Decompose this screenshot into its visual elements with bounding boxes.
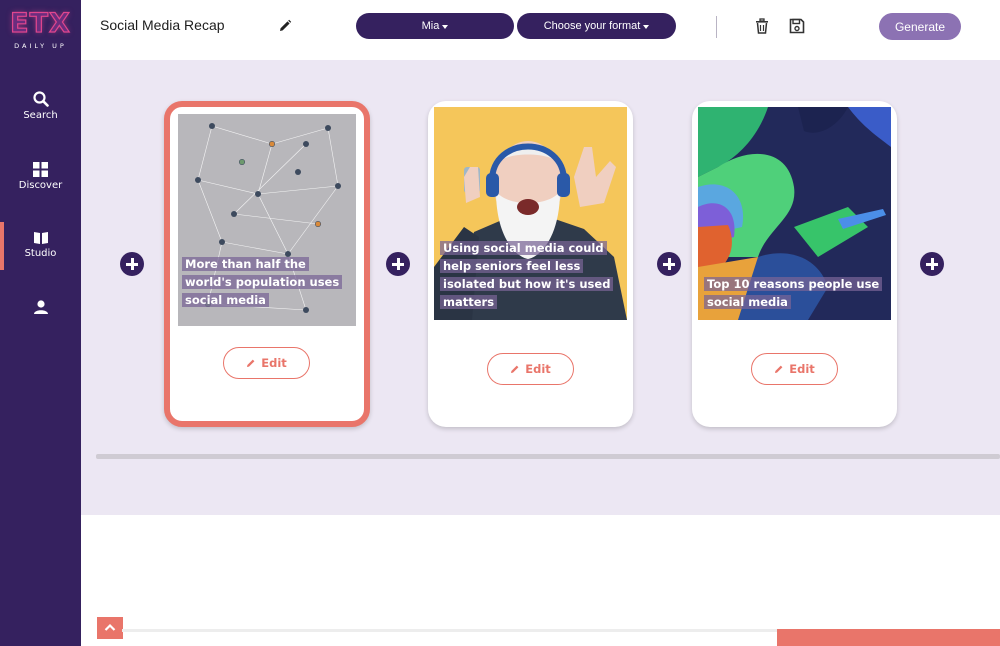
horizontal-scrollbar[interactable]: [96, 454, 1000, 459]
card-caption: More than half the world's population us…: [182, 255, 354, 309]
voice-select-value: Mia: [421, 20, 440, 32]
chevron-down-icon: [442, 24, 449, 29]
sidebar-item-profile[interactable]: [0, 299, 81, 315]
scroll-to-top-button[interactable]: [97, 617, 123, 639]
add-card-after-2-button[interactable]: [657, 252, 681, 276]
rename-pencil-icon[interactable]: [278, 19, 292, 33]
save-icon[interactable]: [789, 18, 805, 34]
story-card-3[interactable]: Top 10 reasons people use social media E…: [692, 101, 897, 427]
search-icon: [32, 91, 49, 107]
sidebar-item-label: Discover: [18, 180, 63, 191]
story-card-1[interactable]: More than half the world's population us…: [164, 101, 370, 427]
edit-card-1-button[interactable]: Edit: [223, 347, 310, 379]
chevron-down-icon: [643, 24, 650, 29]
format-select-value: Choose your format: [543, 20, 641, 32]
footer-divider: [122, 629, 778, 632]
add-card-before-1-button[interactable]: [120, 252, 144, 276]
card-caption-text: Top 10 reasons people use social media: [704, 277, 883, 309]
card-caption-text: Using social media could help seniors fe…: [440, 241, 614, 309]
card-caption: Top 10 reasons people use social media: [704, 275, 884, 311]
pencil-icon: [775, 365, 783, 373]
edit-label: Edit: [261, 356, 287, 370]
edit-label: Edit: [789, 362, 815, 376]
edit-card-3-button[interactable]: Edit: [751, 353, 838, 385]
format-select[interactable]: Choose your format: [517, 13, 676, 39]
footer-accent-bar: [777, 629, 1000, 646]
generate-button[interactable]: Generate: [879, 13, 961, 40]
sidebar-item-label: Studio: [24, 248, 57, 259]
logo-mark: ETX: [10, 7, 71, 39]
card-caption-text: More than half the world's population us…: [182, 257, 343, 307]
pencil-icon: [247, 359, 255, 367]
pencil-icon: [511, 365, 519, 373]
toolbar-divider: [716, 16, 717, 38]
sidebar-item-studio[interactable]: Studio: [0, 231, 81, 259]
add-card-after-1-button[interactable]: [386, 252, 410, 276]
book-icon: [33, 232, 48, 244]
top-bar: Social Media Recap Mia Choose your forma…: [81, 0, 1000, 60]
user-icon: [33, 300, 48, 314]
page-title: Social Media Recap: [100, 17, 225, 33]
edit-label: Edit: [525, 362, 551, 376]
sidebar: ETX DAILY UP Search Discover Studio: [0, 0, 81, 646]
card-caption: Using social media could help seniors fe…: [440, 239, 620, 311]
brand-logo[interactable]: ETX DAILY UP: [0, 7, 81, 50]
edit-card-2-button[interactable]: Edit: [487, 353, 574, 385]
storyboard-workspace: More than half the world's population us…: [81, 60, 1000, 515]
add-card-after-3-button[interactable]: [920, 252, 944, 276]
trash-icon[interactable]: [754, 18, 770, 34]
story-card-2[interactable]: Using social media could help seniors fe…: [428, 101, 633, 427]
sidebar-item-label: Search: [23, 110, 58, 121]
sidebar-item-discover[interactable]: Discover: [0, 162, 81, 191]
logo-tagline: DAILY UP: [14, 42, 67, 50]
app-root: ETX DAILY UP Search Discover Studio Soci…: [0, 0, 1000, 646]
chevron-up-icon: [104, 623, 116, 631]
sidebar-item-search[interactable]: Search: [0, 91, 81, 121]
voice-select[interactable]: Mia: [356, 13, 514, 39]
grid-icon: [33, 162, 48, 177]
